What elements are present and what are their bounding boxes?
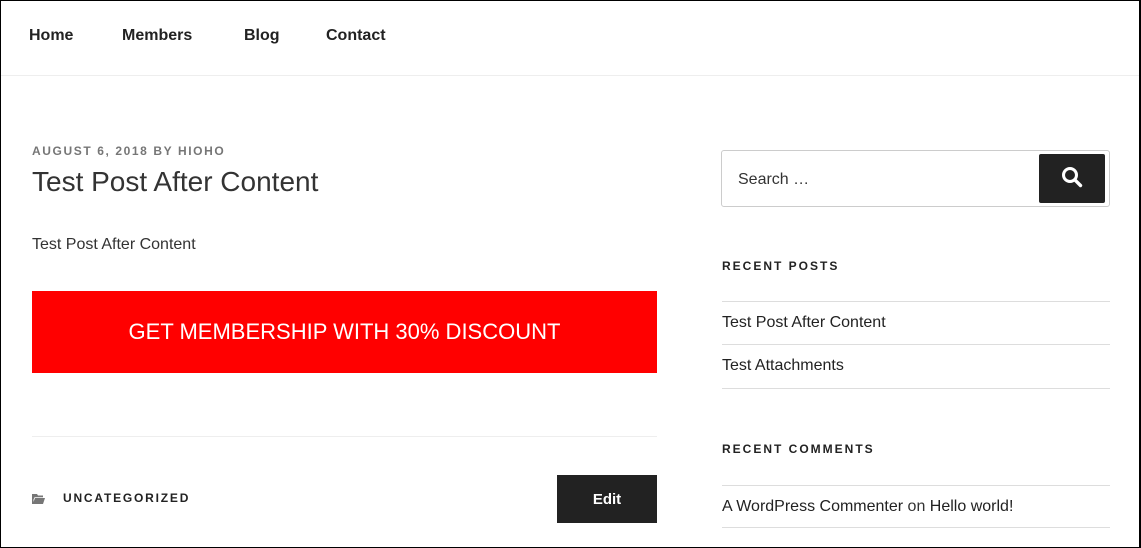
nav-item-contact[interactable]: Contact xyxy=(326,27,386,45)
folder-icon xyxy=(32,493,45,504)
list-item: Test Post After Content xyxy=(722,301,1110,344)
search-icon xyxy=(1061,166,1083,191)
search-input[interactable] xyxy=(736,165,1040,195)
recent-posts-title: RECENT POSTS xyxy=(722,259,840,273)
recent-comments-list: A WordPress Commenter on Hello world! xyxy=(722,485,1110,528)
search-button[interactable] xyxy=(1039,154,1105,203)
comment-author-link[interactable]: A WordPress Commenter xyxy=(722,498,903,515)
nav-item-members[interactable]: Members xyxy=(122,27,192,45)
top-navigation: Home Members Blog Contact xyxy=(1,1,1139,76)
list-item: A WordPress Commenter on Hello world! xyxy=(722,485,1110,528)
post-title[interactable]: Test Post After Content xyxy=(32,166,318,198)
post-footer-divider xyxy=(32,436,657,437)
recent-comments-title: RECENT COMMENTS xyxy=(722,442,875,456)
membership-discount-button[interactable]: GET MEMBERSHIP WITH 30% DISCOUNT xyxy=(32,291,657,373)
post-meta: AUGUST 6, 2018 BY HIOHO xyxy=(32,144,225,158)
page-frame xyxy=(0,0,1141,548)
category-link[interactable]: UNCATEGORIZED xyxy=(63,491,190,505)
recent-post-link[interactable]: Test Post After Content xyxy=(722,314,886,331)
post-category: UNCATEGORIZED xyxy=(32,491,190,505)
nav-item-blog[interactable]: Blog xyxy=(244,27,280,45)
search-form xyxy=(721,150,1110,207)
post-by: BY xyxy=(153,144,174,158)
nav-item-home[interactable]: Home xyxy=(29,27,73,45)
comment-post-link[interactable]: Hello world! xyxy=(930,498,1014,515)
post-author[interactable]: HIOHO xyxy=(178,144,225,158)
recent-post-link[interactable]: Test Attachments xyxy=(722,357,844,374)
post-date[interactable]: AUGUST 6, 2018 xyxy=(32,144,148,158)
edit-button[interactable]: Edit xyxy=(557,475,657,523)
list-item: Test Attachments xyxy=(722,344,1110,389)
comment-on-text: on xyxy=(907,498,926,515)
post-content: Test Post After Content xyxy=(32,236,196,253)
recent-posts-list: Test Post After Content Test Attachments xyxy=(722,301,1110,389)
